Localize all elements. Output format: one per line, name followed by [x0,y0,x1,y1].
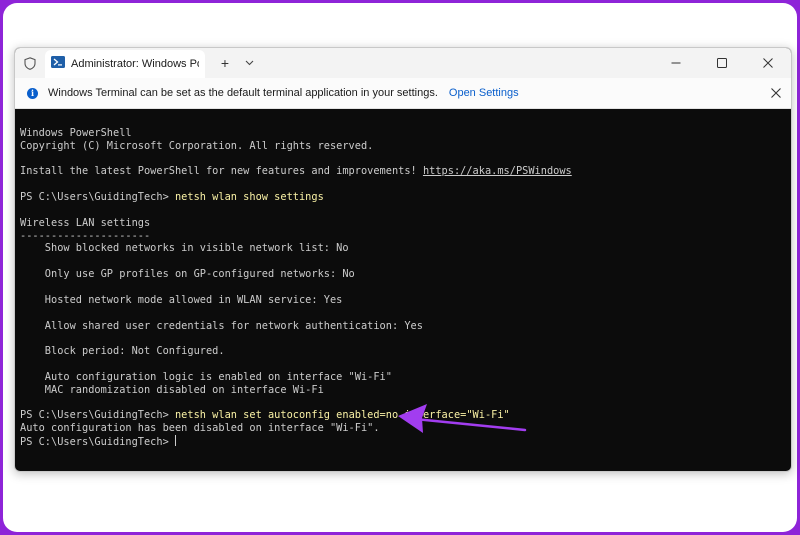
powershell-url-link[interactable]: https://aka.ms/PSWindows [423,165,572,177]
tab-dropdown-button[interactable] [237,51,261,75]
setting-line: Auto configuration logic is enabled on i… [20,370,392,383]
minimize-button[interactable] [653,48,699,78]
setting-line: Allow shared user credentials for networ… [20,319,423,332]
terminal-line: Wireless LAN settings [20,216,151,229]
info-bar: i Windows Terminal can be set as the def… [15,78,791,109]
maximize-button[interactable] [699,48,745,78]
minimize-icon [671,62,681,64]
maximize-icon [717,58,727,68]
window-controls [653,48,791,78]
prompt: PS C:\Users\GuidingTech> [20,191,175,204]
shield-icon [15,48,45,78]
info-icon: i [27,87,38,99]
terminal-line: PS C:\Users\GuidingTech> netsh wlan show… [20,191,780,204]
terminal-line: --------------------- [20,229,151,242]
close-icon [771,88,781,98]
setting-line: Show blocked networks in visible network… [20,242,349,255]
chevron-down-icon [245,60,253,66]
terminal-line: Windows PowerShell [20,126,132,139]
install-text: Install the latest PowerShell for new fe… [20,165,423,178]
close-icon [763,58,773,68]
text-cursor [175,435,176,447]
prompt: PS C:\Users\GuidingTech> [20,409,175,422]
open-settings-link[interactable]: Open Settings [449,87,519,99]
setting-line: Only use GP profiles on GP-configured ne… [20,268,355,281]
setting-line: Hosted network mode allowed in WLAN serv… [20,293,343,306]
tab-powershell[interactable]: Administrator: Windows PowerShell [45,50,205,78]
terminal-line: Copyright (C) Microsoft Corporation. All… [20,139,374,152]
tab-title: Administrator: Windows PowerShell [71,58,199,70]
info-message: Windows Terminal can be set as the defau… [48,87,438,99]
setting-line: Block period: Not Configured. [20,345,225,358]
command-text: netsh wlan show settings [174,191,324,204]
new-tab-button[interactable]: + [213,51,237,75]
infobar-close-button[interactable] [761,78,791,108]
final-prompt: PS C:\Users\GuidingTech> [20,436,169,449]
annotation-arrow-icon [398,404,527,433]
powershell-icon [51,55,65,73]
terminal-line: Install the latest PowerShell for new fe… [20,165,780,178]
title-bar: Administrator: Windows PowerShell + [15,48,791,78]
close-button[interactable] [745,48,791,78]
setting-line: MAC randomization disabled on interface … [20,383,324,396]
